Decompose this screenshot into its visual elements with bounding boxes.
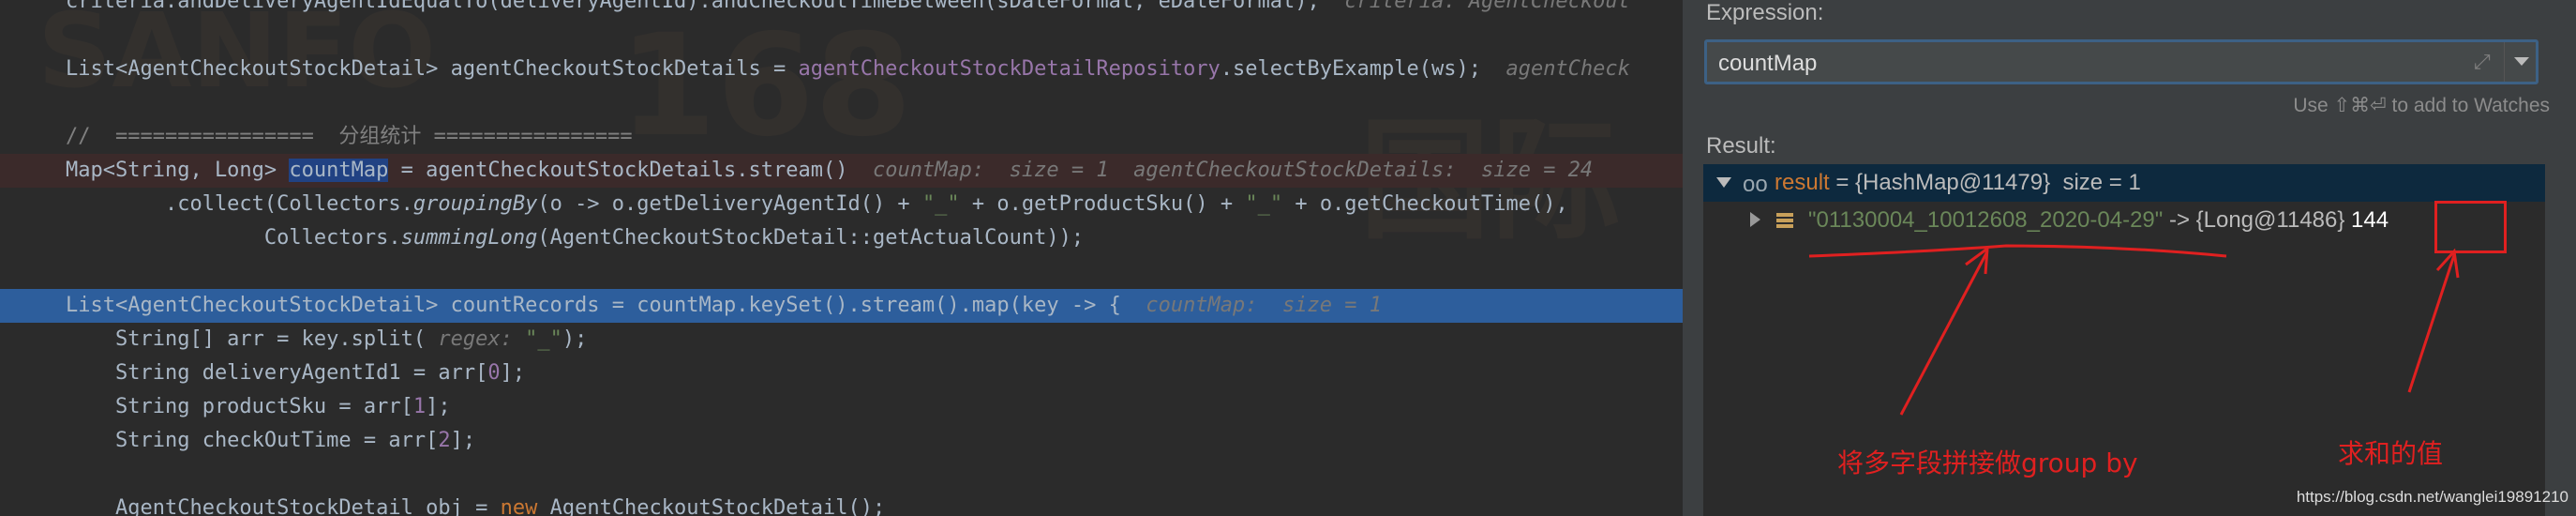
source-credit: https://blog.csdn.net/wanglei19891210 [2296, 488, 2569, 506]
annotation-arrows [1808, 244, 2460, 416]
sum-arrow [2407, 254, 2456, 393]
group-by-arrow [1899, 250, 1989, 416]
sum-note: 求和的值 [2338, 438, 2444, 469]
group-by-note: 将多字段拼接做group by [1837, 448, 2138, 478]
underline-mark [1808, 244, 2227, 258]
